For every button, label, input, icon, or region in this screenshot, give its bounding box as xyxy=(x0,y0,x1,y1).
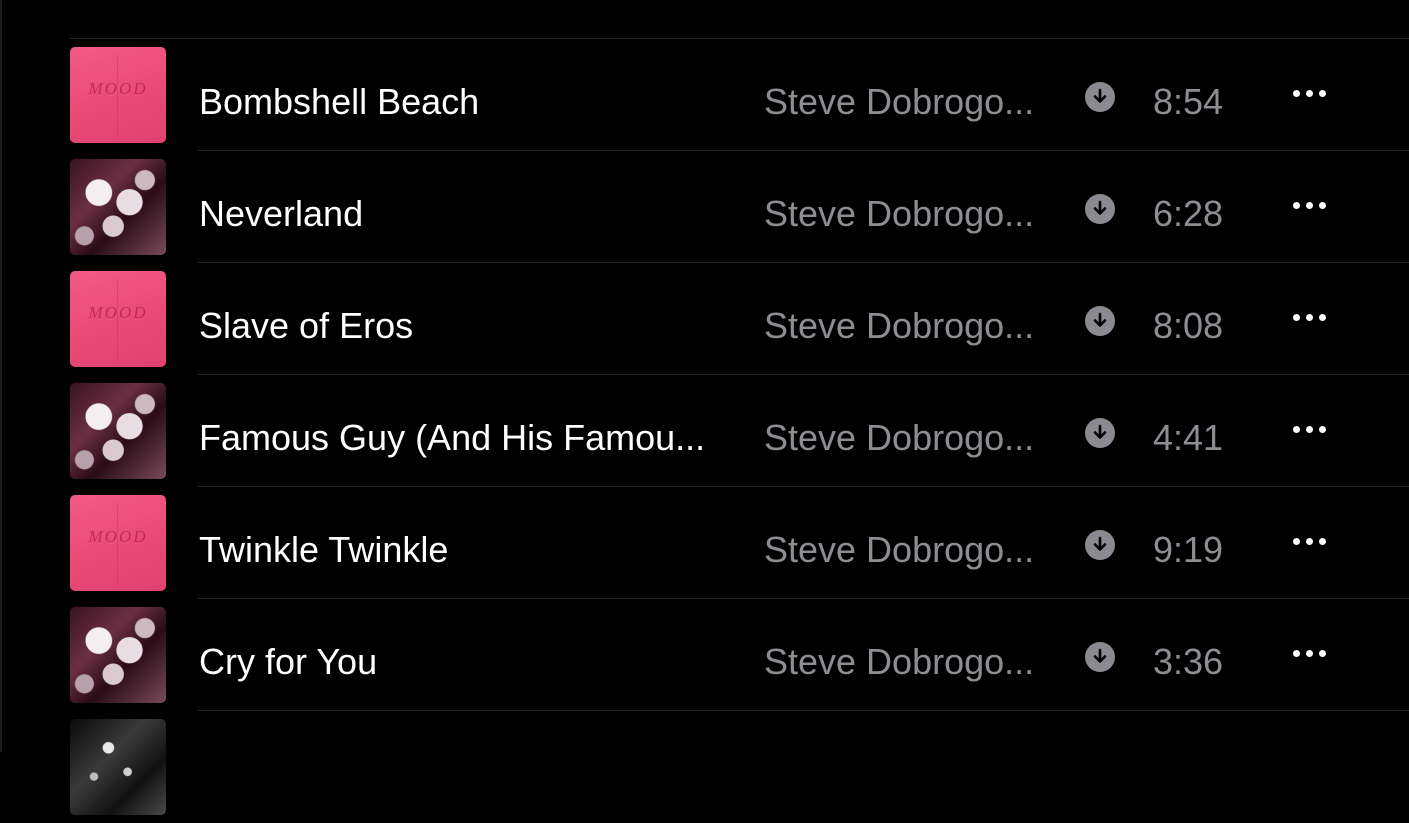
track-title: Neverland xyxy=(199,193,364,234)
track-artist[interactable]: Steve Dobrogo... xyxy=(764,528,1054,572)
download-icon[interactable] xyxy=(1085,82,1115,112)
album-artwork xyxy=(70,607,166,703)
album-artwork: MOOD xyxy=(70,47,166,143)
track-title: Famous Guy (And His Famou... xyxy=(199,417,706,458)
track-title: Slave of Eros xyxy=(199,305,414,346)
track-row[interactable]: Neverland Steve Dobrogo... 6:28 xyxy=(0,151,1409,263)
track-title: Twinkle Twinkle xyxy=(199,529,449,570)
track-row[interactable]: Famous Guy (And His Famou... Steve Dobro… xyxy=(0,375,1409,487)
track-list: MOOD Bombshell Beach Steve Dobrogo... 8:… xyxy=(0,39,1409,823)
track-row-partial[interactable] xyxy=(0,711,1409,823)
track-duration: 8:54 xyxy=(1153,81,1224,122)
download-icon[interactable] xyxy=(1085,418,1115,448)
track-artist[interactable]: Steve Dobrogo... xyxy=(764,192,1054,236)
track-artist[interactable]: Steve Dobrogo... xyxy=(764,640,1054,684)
track-artist[interactable]: Steve Dobrogo... xyxy=(764,304,1054,348)
more-options-icon[interactable] xyxy=(1290,193,1330,223)
album-artwork-text: MOOD xyxy=(88,527,148,546)
album-artwork-text: MOOD xyxy=(88,303,148,322)
track-row[interactable]: Cry for You Steve Dobrogo... 3:36 xyxy=(0,599,1409,711)
track-artist[interactable]: Steve Dobrogo... xyxy=(764,416,1054,460)
album-artwork xyxy=(70,719,166,815)
track-row[interactable]: MOOD Bombshell Beach Steve Dobrogo... 8:… xyxy=(0,39,1409,151)
track-title: Cry for You xyxy=(199,641,378,682)
track-duration: 8:08 xyxy=(1153,305,1224,346)
album-artwork-text: MOOD xyxy=(88,79,148,98)
more-options-icon[interactable] xyxy=(1290,305,1330,335)
album-artwork xyxy=(70,383,166,479)
album-artwork xyxy=(70,159,166,255)
more-options-icon[interactable] xyxy=(1290,529,1330,559)
track-title: Bombshell Beach xyxy=(199,81,480,122)
track-duration: 4:41 xyxy=(1153,417,1224,458)
more-options-icon[interactable] xyxy=(1290,641,1330,671)
album-artwork: MOOD xyxy=(70,271,166,367)
download-icon[interactable] xyxy=(1085,642,1115,672)
download-icon[interactable] xyxy=(1085,530,1115,560)
download-icon[interactable] xyxy=(1085,306,1115,336)
track-duration: 9:19 xyxy=(1153,529,1224,570)
download-icon[interactable] xyxy=(1085,194,1115,224)
album-artwork: MOOD xyxy=(70,495,166,591)
track-duration: 3:36 xyxy=(1153,641,1224,682)
track-row[interactable]: MOOD Slave of Eros Steve Dobrogo... 8:08 xyxy=(0,263,1409,375)
track-duration: 6:28 xyxy=(1153,193,1224,234)
more-options-icon[interactable] xyxy=(1290,81,1330,111)
more-options-icon[interactable] xyxy=(1290,417,1330,447)
track-artist[interactable]: Steve Dobrogo... xyxy=(764,80,1054,124)
track-row[interactable]: MOOD Twinkle Twinkle Steve Dobrogo... 9:… xyxy=(0,487,1409,599)
